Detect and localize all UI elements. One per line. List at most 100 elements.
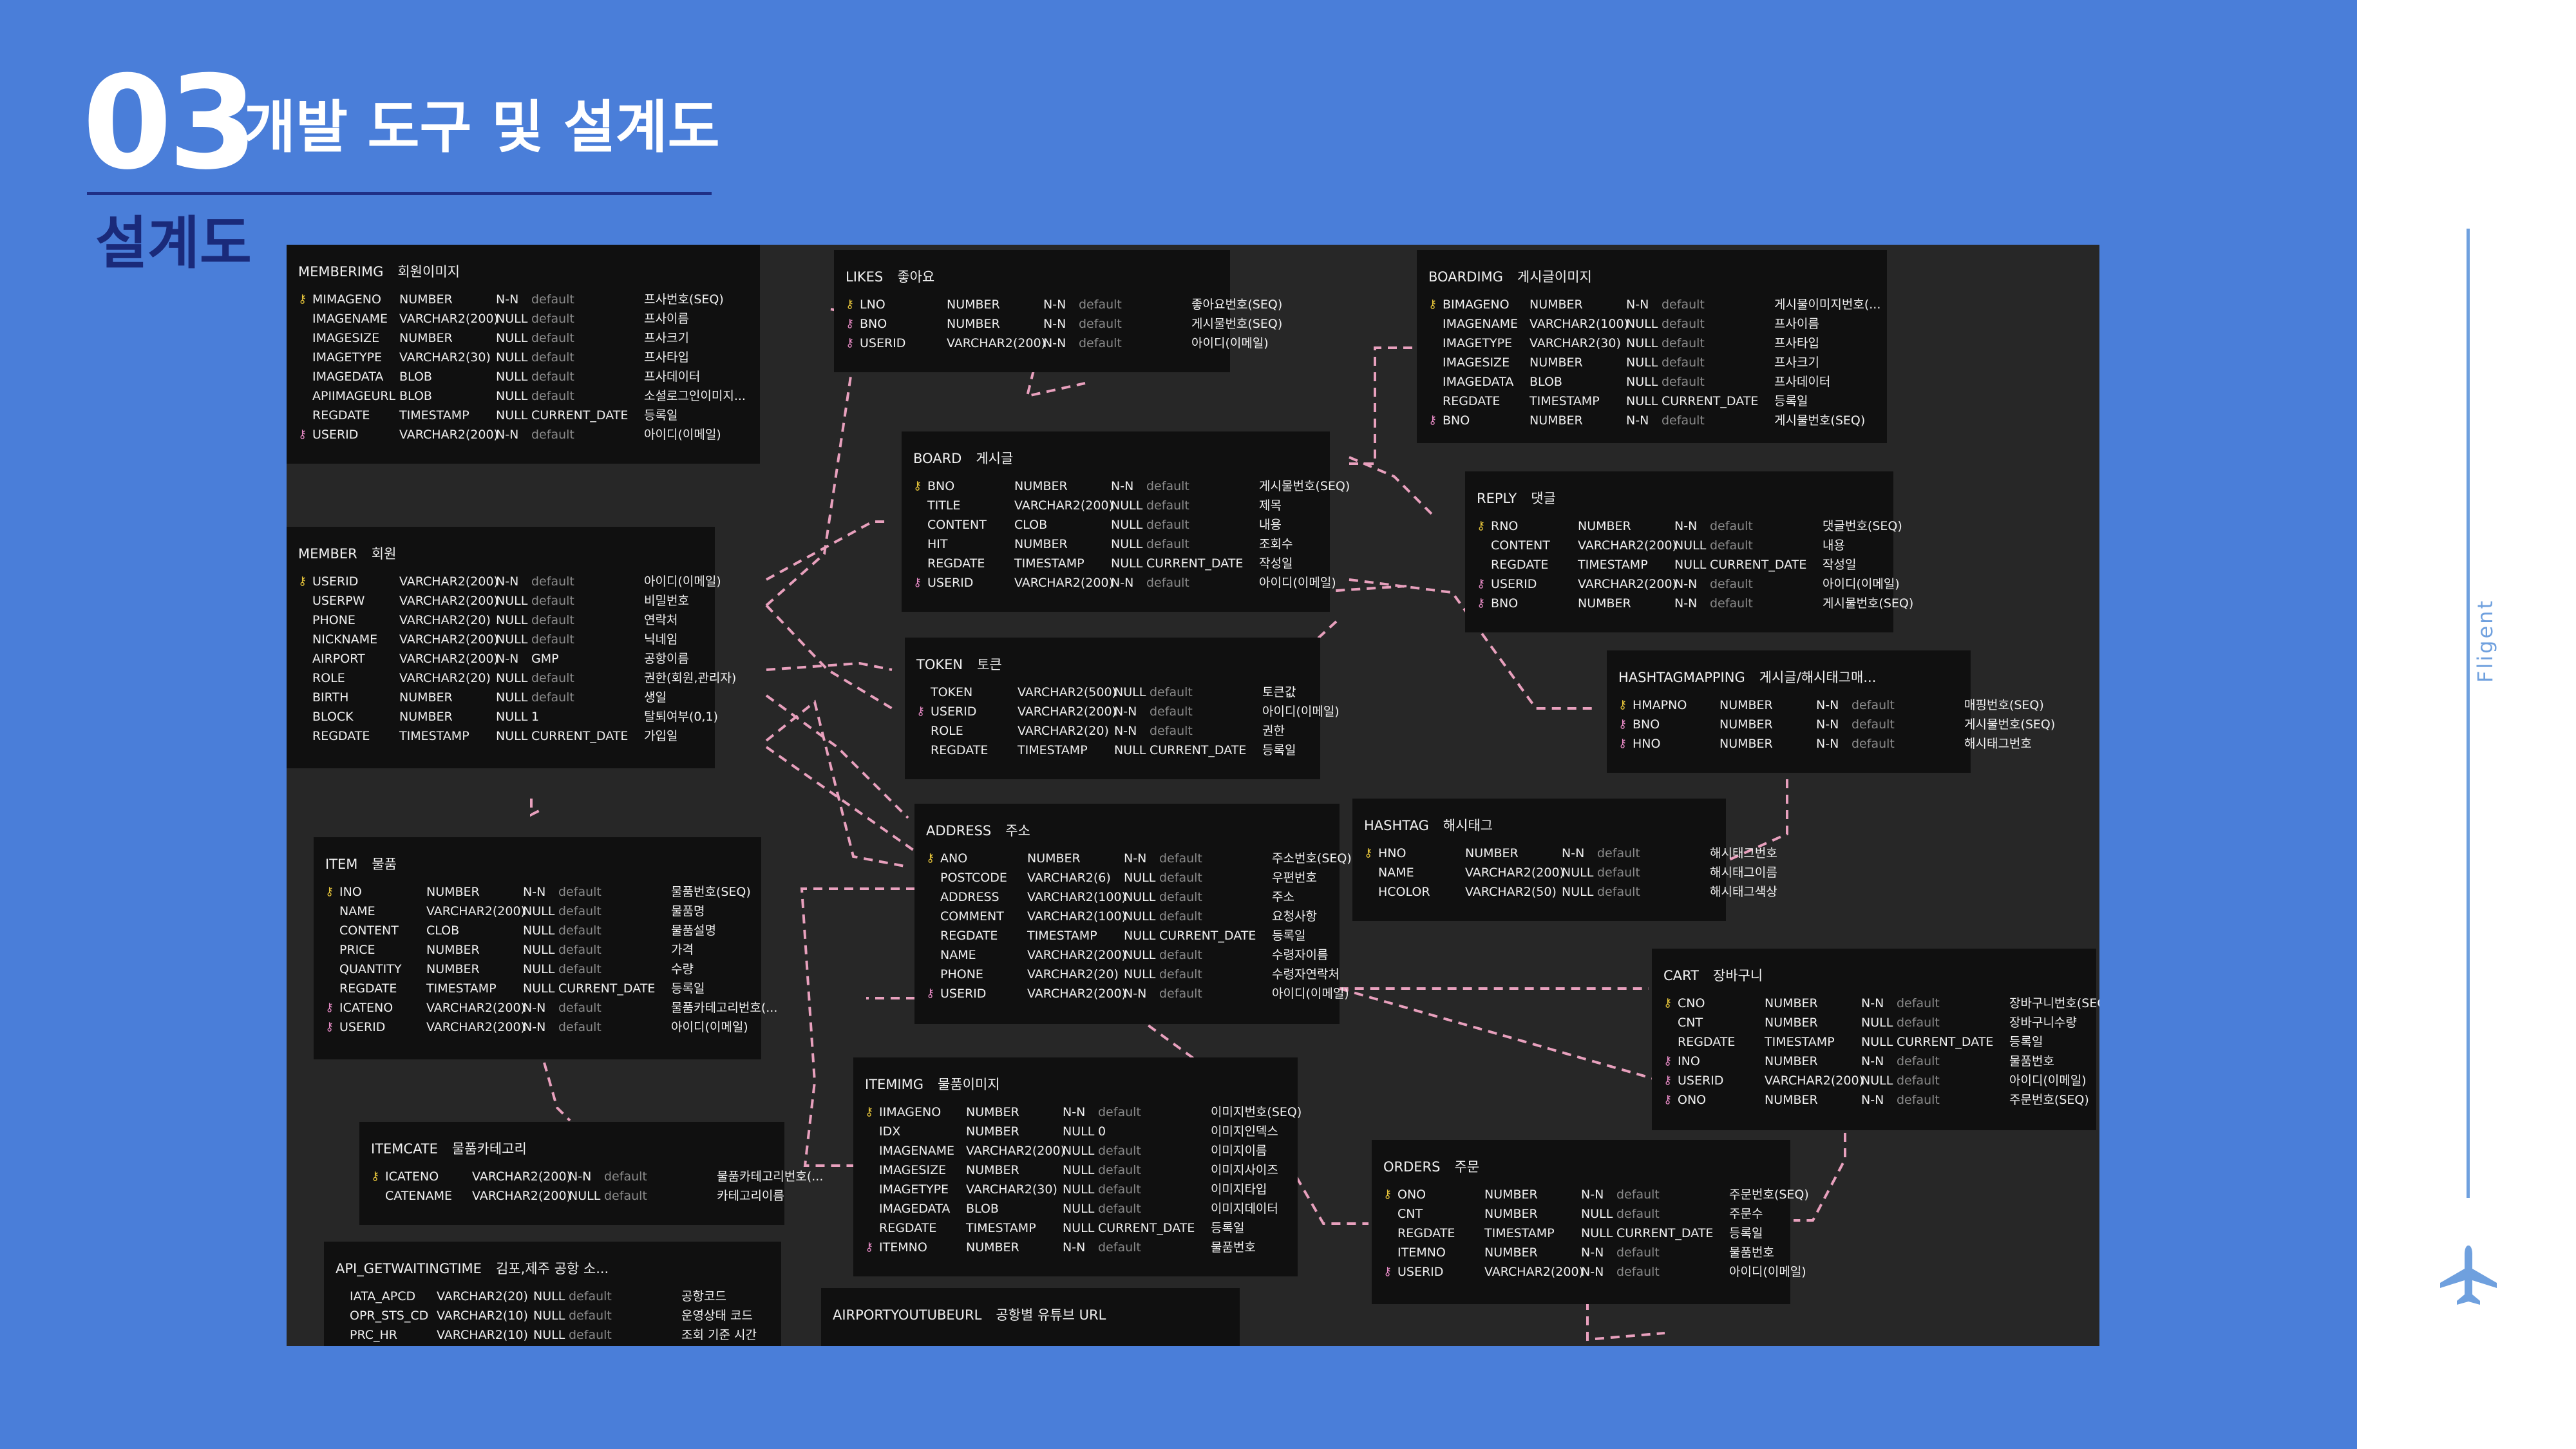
column-default: default <box>1710 577 1753 591</box>
column-default: default <box>1159 967 1202 981</box>
column-row: ROLE VARCHAR2(20) NULL default 권한(회원,관리자) <box>298 668 799 688</box>
column-type: VARCHAR2(200) <box>1578 577 1677 591</box>
column-name: IMAGESIZE <box>879 1163 947 1177</box>
column-row: NAME VARCHAR2(200) NULL default 물품명 <box>325 902 826 921</box>
foreign-key-icon: ⚷ <box>916 705 925 718</box>
table-likes[interactable]: LIKES 좋아요 ⚷ LNO NUMBER N-N default 좋아요번호(SEQ) ⚷ B… <box>834 250 1282 372</box>
column-nullable: N-N <box>1861 1054 1884 1068</box>
column-nullable: NULL <box>1581 1226 1613 1240</box>
column-name: BIRTH <box>312 690 349 705</box>
column-comment: 이미지이름 <box>1211 1144 1267 1158</box>
column-default: default <box>1079 298 1122 312</box>
column-default: default <box>558 962 601 976</box>
column-type: VARCHAR2(100) <box>1027 890 1126 904</box>
column-nullable: NULL <box>496 729 528 743</box>
table-boardimg[interactable]: BOARDIMG 게시글이미지 ⚷ BIMAGENO NUMBER N-N default 게… <box>1417 250 1887 443</box>
column-default: CURRENT_DATE <box>1710 558 1807 572</box>
table-orders[interactable]: ORDERS 주문 ⚷ ONO NUMBER N-N default 주문번호(SEQ) CNT… <box>1372 1140 1809 1304</box>
column-comment: 아이디(이메일) <box>671 1020 748 1034</box>
column-nullable: NULL <box>1626 375 1658 389</box>
table-hashtagmapping[interactable]: HASHTAGMAPPING 게시글/해시태그매... ⚷ HMAPNO NUMBER N… <box>1607 650 2055 773</box>
table-name: ITEMCATE <box>371 1141 438 1157</box>
column-nullable: NULL <box>1111 498 1143 513</box>
column-nullable: N-N <box>1581 1265 1604 1279</box>
foreign-key-icon: ⚷ <box>1477 577 1486 591</box>
column-nullable: N-N <box>1626 413 1649 428</box>
column-comment: 운영상태 코드 <box>681 1309 753 1323</box>
column-default: default <box>1852 737 1895 751</box>
table-airportyoutubeurl[interactable]: AIRPORTYOUTUBEURL 공항별 유튜브 URL <box>821 1288 1240 1346</box>
column-nullable: NULL <box>496 350 528 365</box>
table-token[interactable]: TOKEN 토큰 TOKEN VARCHAR2(500) NULL default 토큰값 ⚷… <box>905 638 1340 779</box>
table-hashtag[interactable]: HASHTAG 해시태그 ⚷ HNO NUMBER N-N default 해시태그번호 NAM… <box>1352 799 1777 921</box>
primary-key-icon: ⚷ <box>298 292 307 306</box>
column-default: default <box>531 613 574 627</box>
column-nullable: NULL <box>1626 336 1658 350</box>
column-nullable: NULL <box>1861 1035 1893 1049</box>
column-name: BIMAGENO <box>1443 298 1510 312</box>
table-member[interactable]: MEMBER 회원 ⚷ USERID VARCHAR2(200) N-N default 아이… <box>287 527 736 768</box>
column-row: ROLE VARCHAR2(20) N-N default 권한 <box>916 721 1417 741</box>
table-cart[interactable]: CART 장바구니 ⚷ CNO NUMBER N-N default 장바구니번호(SEQ) C… <box>1652 949 2099 1130</box>
column-comment: 해시태그이름 <box>1710 866 1777 880</box>
column-row: IMAGETYPE VARCHAR2(30) NULL default 프사타입 <box>1428 334 1929 353</box>
primary-key-icon: ⚷ <box>865 1105 874 1119</box>
column-default: default <box>1897 1093 1940 1107</box>
column-name: CNT <box>1397 1207 1423 1221</box>
column-nullable: NULL <box>1114 685 1146 699</box>
column-type: TIMESTAMP <box>1530 394 1600 408</box>
column-nullable: NULL <box>496 408 528 422</box>
column-type: VARCHAR2(6) <box>1027 871 1111 885</box>
column-default: CURRENT_DATE <box>1146 556 1244 571</box>
column-default: default <box>569 1328 612 1342</box>
column-row: CATENAME VARCHAR2(200) NULL default 카테고리이름 <box>371 1186 871 1206</box>
table-itemcate[interactable]: ITEMCATE 물품카테고리 ⚷ ICATENO VARCHAR2(200) N-N de… <box>359 1122 823 1225</box>
table-address[interactable]: ADDRESS 주소 ⚷ ANO NUMBER N-N default 주소번호(SEQ) PO… <box>914 804 1352 1024</box>
column-comment: 장바구니번호(SEQ) <box>2009 996 2099 1010</box>
link-likes-board <box>1025 370 1086 398</box>
column-list: ⚷ BIMAGENO NUMBER N-N default 게시물이미지번호(... IMA… <box>1428 295 1929 430</box>
foreign-key-icon: ⚷ <box>1663 1074 1672 1087</box>
column-comment: 프사타입 <box>1774 336 1819 350</box>
column-comment: 가입일 <box>644 729 678 743</box>
foreign-key-icon: ⚷ <box>846 317 855 330</box>
column-default: default <box>1159 948 1202 962</box>
primary-key-icon: ⚷ <box>1364 846 1373 860</box>
foreign-key-icon: ⚷ <box>1663 1093 1672 1106</box>
column-type: NUMBER <box>966 1124 1019 1139</box>
table-memberimg[interactable]: MEMBERIMG 회원이미지 ⚷ MIMAGENO NUMBER N-N default 프… <box>287 245 760 464</box>
column-default: default <box>1662 298 1705 312</box>
column-comment: 이미지데이터 <box>1211 1202 1278 1216</box>
primary-key-icon: ⚷ <box>1428 298 1437 311</box>
table-header: ITEMCATE 물품카테고리 <box>371 1139 527 1158</box>
column-name: IMAGETYPE <box>312 350 383 365</box>
column-type: NUMBER <box>947 317 1000 331</box>
column-comment: 카테고리이름 <box>717 1189 784 1203</box>
table-reply[interactable]: REPLY 댓글 ⚷ RNO NUMBER N-N default 댓글번호(SEQ) CONT… <box>1465 471 1913 632</box>
column-nullable: NULL <box>496 594 528 608</box>
column-type: TIMESTAMP <box>1018 743 1088 757</box>
foreign-key-icon: ⚷ <box>1428 413 1437 427</box>
column-row: IMAGESIZE NUMBER NULL default 프사크기 <box>298 328 799 348</box>
column-comment: 물품카테고리번호(... <box>717 1170 824 1184</box>
column-type: BLOB <box>1530 375 1562 389</box>
column-name: NAME <box>1378 866 1414 880</box>
table-api_getwaitingtime[interactable]: API_GETWAITINGTIME 김포,제주 공항 소... IATA_APCD… <box>324 1242 781 1346</box>
table-name: TOKEN <box>916 657 963 672</box>
column-nullable: NULL <box>496 312 528 326</box>
column-row: ⚷ ONO NUMBER N-N default 주문번호(SEQ) <box>1383 1185 1884 1204</box>
column-name: IMAGESIZE <box>1443 355 1510 370</box>
table-item[interactable]: ITEM 물품 ⚷ INO NUMBER N-N default 물품번호(SEQ) NAME V… <box>314 837 777 1059</box>
table-comment: 물품이미지 <box>938 1077 1000 1092</box>
table-itemimg[interactable]: ITEMIMG 물품이미지 ⚷ IIMAGENO NUMBER N-N default 이미지… <box>853 1057 1302 1276</box>
key-spacer <box>913 554 927 573</box>
column-row: ⚷ BNO NUMBER N-N default 게시물번호(SEQ) <box>913 477 1414 496</box>
column-nullable: N-N <box>1124 987 1147 1001</box>
key-spacer <box>1428 372 1443 392</box>
column-type: VARCHAR2(200) <box>1578 538 1677 553</box>
column-nullable: N-N <box>1114 705 1137 719</box>
table-board[interactable]: BOARD 게시글 ⚷ BNO NUMBER N-N default 게시물번호(SEQ) TI… <box>902 431 1350 612</box>
column-type: NUMBER <box>399 331 453 345</box>
column-name: HIT <box>927 537 948 551</box>
column-name: OPR_STS_CD <box>350 1309 429 1323</box>
